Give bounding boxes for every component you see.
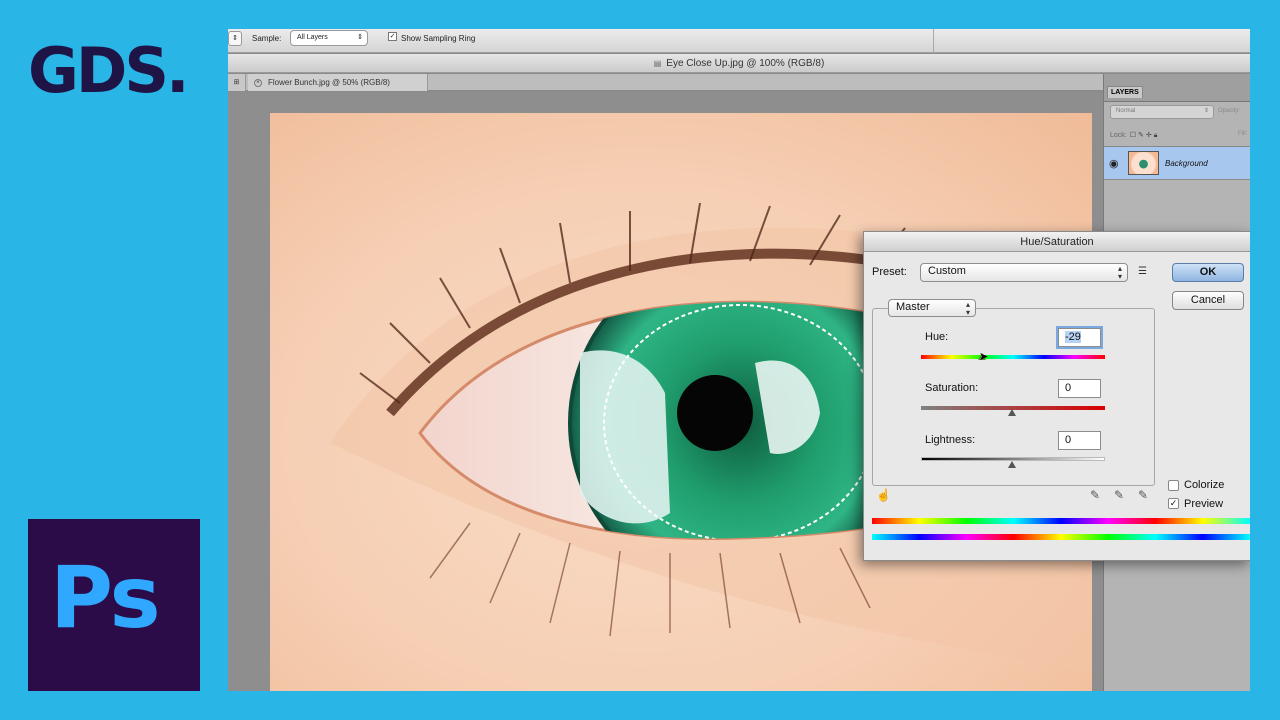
lightness-label: Lightness: [925,434,976,446]
preview-checkbox[interactable]: ✓ [1168,498,1179,509]
sample-label: Sample: [252,34,282,43]
saturation-label: Saturation: [925,382,979,394]
channel-value: Master [896,301,930,313]
show-sampling-ring-checkbox[interactable]: ✓ [388,32,397,41]
layers-tab[interactable]: LAYERS [1107,86,1143,98]
preset-options-icon[interactable]: ☰ [1138,266,1147,277]
photoshop-window: ⇕ Sample: All Layers ⇕ ✓ Show Sampling R… [228,29,1250,691]
visibility-eye-icon[interactable]: ◉ [1109,157,1119,170]
saturation-slider-thumb[interactable] [1008,409,1016,416]
document-icon: ▤ [653,59,662,68]
chevron-updown-icon: ⇕ [1203,108,1209,114]
blend-mode-select[interactable]: Normal ⇕ [1110,105,1214,119]
tool-preset-stepper[interactable]: ⇕ [228,31,242,46]
document-tab-bar: ⊞ × Flower Bunch.jpg @ 50% (RGB/8) [228,74,1103,91]
channel-select[interactable]: Master ▴ ▾ [888,299,976,317]
targeted-adjustment-icon[interactable]: ☝ [876,488,891,502]
lock-row: Lock: ☐✎✛🔒︎ [1110,131,1159,140]
document-title: Eye Close Up.jpg @ 100% (RGB/8) [666,58,825,69]
sample-select[interactable]: All Layers ⇕ [290,30,368,46]
preset-select[interactable]: Custom ▴ ▾ [920,263,1128,282]
ok-button[interactable]: OK [1172,263,1244,282]
hue-slider-track[interactable] [921,355,1105,359]
eyedropper-icon[interactable]: ✎ [1090,488,1100,502]
colorize-checkbox[interactable] [1168,480,1179,491]
lock-icons[interactable]: ☐✎✛🔒︎ [1130,132,1160,139]
hue-label: Hue: [925,331,949,343]
colorize-label: Colorize [1184,479,1225,491]
layer-thumbnail [1128,151,1159,175]
preset-label: Preset: [872,266,907,278]
document-title-bar[interactable]: ▤ Eye Close Up.jpg @ 100% (RGB/8) [228,54,1250,73]
blend-mode-value: Normal [1116,108,1136,114]
eyedropper-plus-icon[interactable]: ✎ [1114,488,1124,502]
cancel-button[interactable]: Cancel [1172,291,1244,310]
gds-logo: GDS. [28,34,190,107]
preview-label: Preview [1184,498,1224,510]
tab-scroll-stub[interactable]: ⊞ [228,74,246,91]
photoshop-logo: Ps [28,519,200,691]
lock-label: Lock: [1110,132,1127,139]
layers-panel-tabs: LAYERS [1104,74,1250,102]
hue-input[interactable]: -29 [1058,328,1101,347]
close-tab-icon[interactable]: × [254,78,262,87]
fill-label: Fill: [1238,131,1248,137]
saturation-input[interactable]: 0 [1058,379,1101,398]
sample-select-value: All Layers [297,34,328,41]
show-sampling-ring-label: Show Sampling Ring [401,34,476,43]
lightness-input[interactable]: 0 [1058,431,1101,450]
layer-row-background[interactable]: ◉ Background [1104,147,1250,180]
input-color-bar [872,518,1250,524]
chevron-updown-icon: ▴ ▾ [1117,264,1122,281]
lightness-slider-thumb[interactable] [1008,461,1016,468]
tab-flower-bunch[interactable]: × Flower Bunch.jpg @ 50% (RGB/8) [248,74,428,91]
hue-value: -29 [1065,331,1081,343]
tab-label: Flower Bunch.jpg @ 50% (RGB/8) [268,78,390,87]
preset-value: Custom [928,265,966,277]
chevron-updown-icon: ⇕ [357,34,363,41]
eyedropper-minus-icon[interactable]: ✎ [1138,488,1148,502]
dialog-title[interactable]: Hue/Saturation [864,232,1250,252]
ps-logo-text: Ps [50,548,161,648]
output-color-bar [872,534,1250,540]
options-bar: ⇕ Sample: All Layers ⇕ ✓ Show Sampling R… [228,29,1250,53]
opacity-label: Opacity: [1218,108,1241,114]
layer-name: Background [1165,159,1208,168]
pointer-cursor-icon: ➤ [979,351,989,363]
options-divider [933,29,934,53]
chevron-updown-icon: ▴ ▾ [965,300,970,317]
hue-saturation-dialog: Hue/Saturation Preset: Custom ▴ ▾ ☰ OK Ca… [863,231,1250,561]
